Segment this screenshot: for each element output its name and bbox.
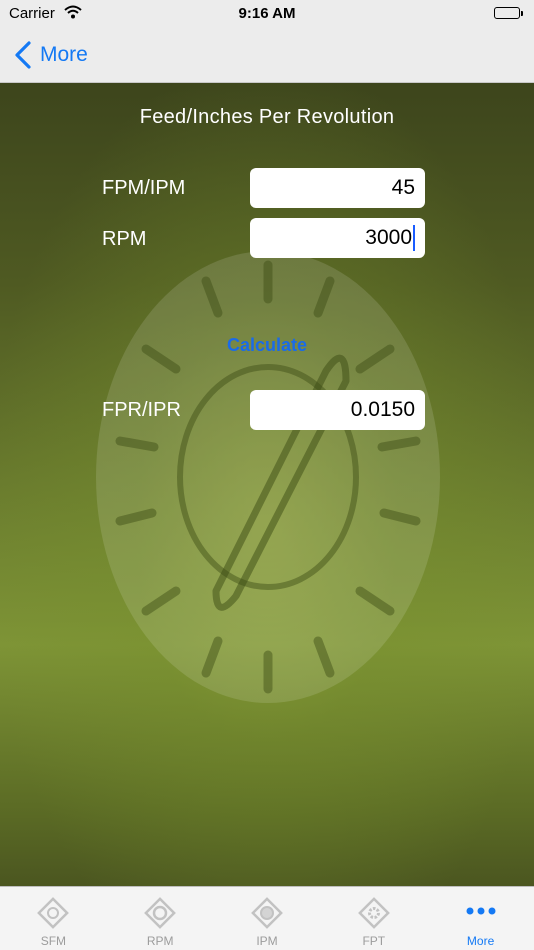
rpm-label: RPM (102, 228, 147, 250)
fpr-ipr-label: FPR/IPR (102, 399, 181, 421)
back-button[interactable]: More (14, 38, 88, 72)
tab-rpm-label: RPM (146, 934, 174, 948)
fpm-ipm-input[interactable]: 45 (250, 168, 425, 208)
tab-more[interactable]: More (427, 887, 534, 950)
tab-fpt[interactable]: FPT (320, 887, 427, 950)
tab-ipm-label: IPM (256, 934, 278, 948)
tab-ipm[interactable]: IPM (214, 887, 321, 950)
tab-rpm[interactable]: RPM (107, 887, 214, 950)
rpm-value: 3000 (365, 226, 412, 249)
status-bar: Carrier 9:16 AM (0, 0, 534, 28)
tab-fpt-label: FPT (362, 934, 386, 948)
fpm-ipm-value: 45 (391, 176, 415, 199)
fpt-icon (357, 897, 390, 929)
fpr-ipr-value: 0.0150 (350, 398, 415, 421)
back-button-label: More (40, 43, 88, 66)
tab-sfm[interactable]: SFM (0, 887, 107, 950)
calculate-button[interactable]: Calculate (0, 335, 534, 356)
fpm-ipm-label: FPM/IPM (102, 177, 186, 199)
rpm-input[interactable]: 3000 (250, 218, 425, 258)
chevron-left-icon (15, 41, 31, 69)
tab-more-label: More (466, 934, 495, 948)
calculator-content: Feed/Inches Per Revolution FPM/IPM 45 RP… (0, 83, 534, 886)
tab-sfm-label: SFM (40, 934, 67, 948)
more-dots-icon (466, 907, 496, 915)
ipm-icon (251, 897, 283, 929)
navigation-bar: More (0, 28, 534, 83)
sfm-icon (37, 897, 70, 929)
battery-icon (494, 7, 523, 19)
fpr-ipr-result-field[interactable]: 0.0150 (250, 390, 425, 430)
rpm-icon (144, 897, 177, 929)
text-cursor (413, 225, 415, 251)
clock-time: 9:16 AM (238, 5, 296, 22)
tab-bar: SFM RPM IPM FPT More (0, 886, 534, 950)
screen-title: Feed/Inches Per Revolution (139, 106, 395, 128)
dial-watermark-icon (96, 251, 440, 703)
